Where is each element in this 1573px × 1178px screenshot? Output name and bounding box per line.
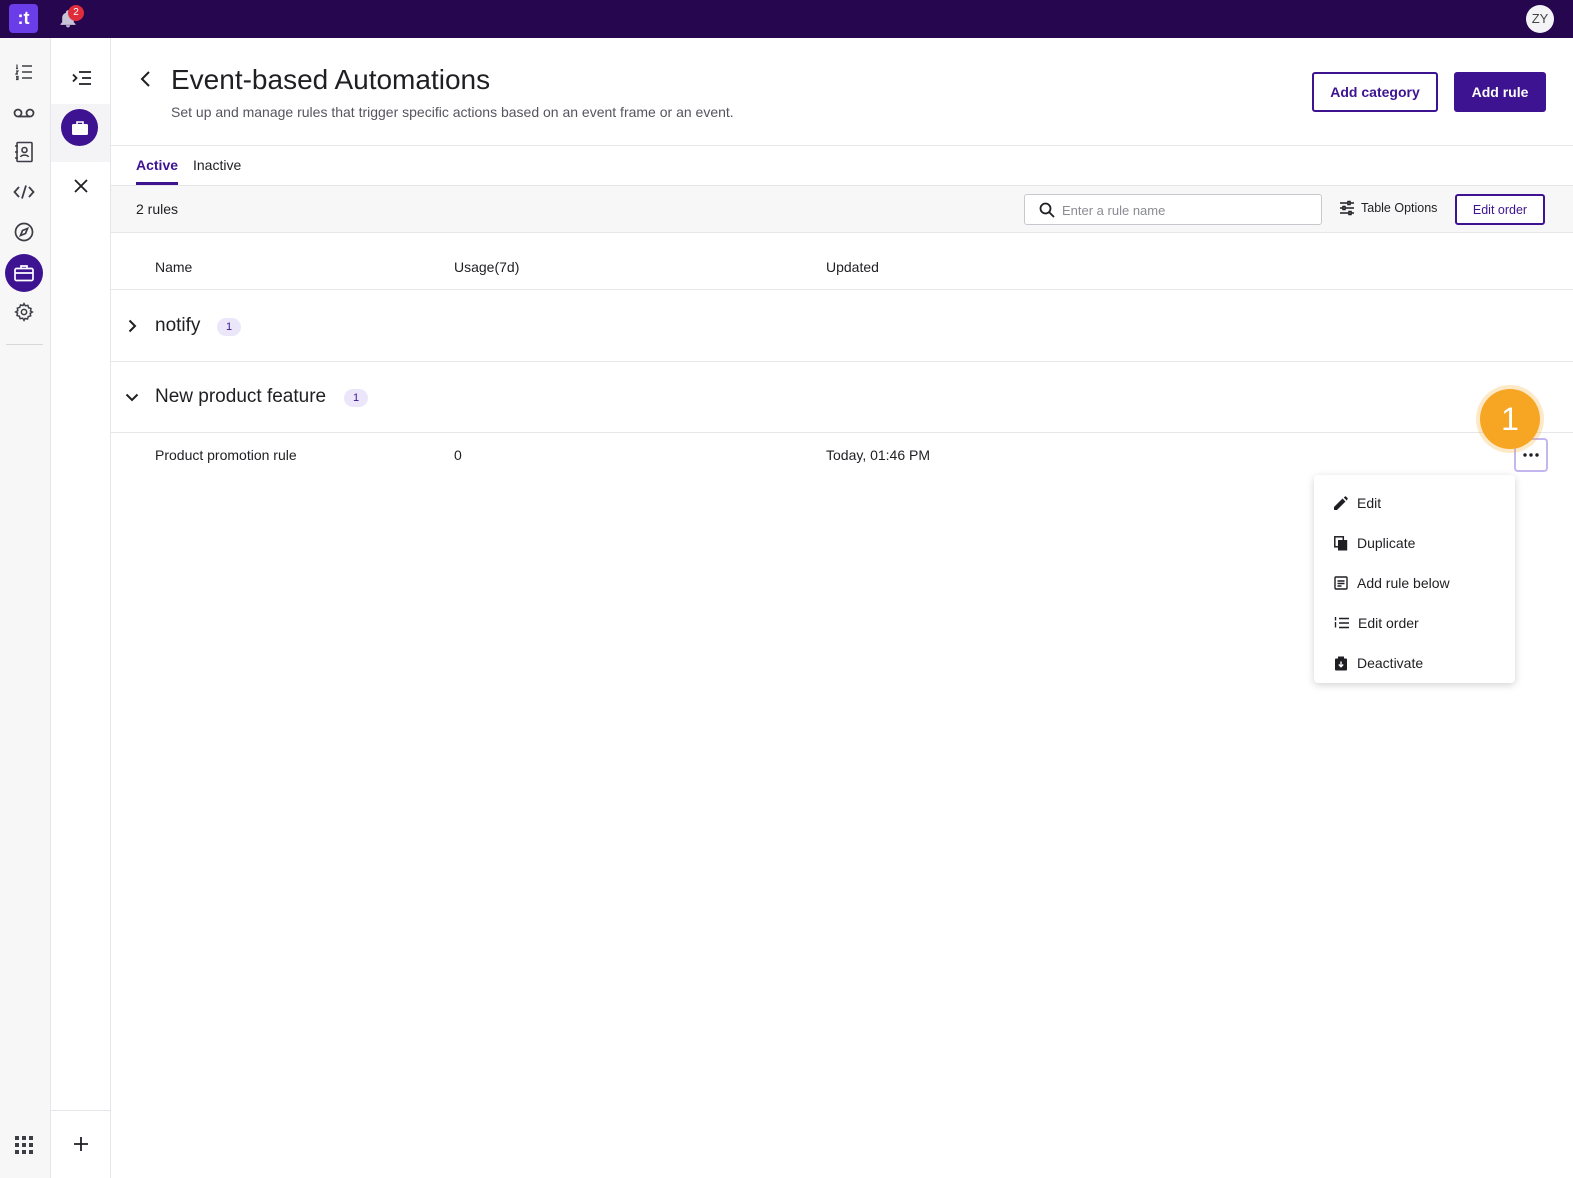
menu-item-label: Edit order — [1358, 615, 1419, 631]
notification-badge: 2 — [68, 5, 84, 21]
sliders-icon — [1340, 200, 1354, 216]
category-count-badge: 1 — [344, 389, 368, 407]
ordered-list-icon — [1334, 617, 1349, 629]
icon-rail — [0, 38, 51, 1178]
collapse-menu-icon[interactable] — [71, 67, 93, 89]
add-below-icon — [1334, 576, 1348, 590]
menu-item-duplicate[interactable]: Duplicate — [1314, 523, 1515, 563]
tab-inactive[interactable]: Inactive — [193, 157, 241, 185]
ellipsis-icon — [1523, 453, 1539, 457]
code-icon[interactable] — [12, 180, 36, 204]
menu-item-label: Deactivate — [1357, 655, 1424, 671]
category-row-notify[interactable]: notify 1 — [111, 291, 1573, 362]
table-options-button[interactable]: Table Options — [1339, 200, 1437, 216]
menu-item-edit[interactable]: Edit — [1314, 483, 1515, 523]
main-content: Event-based Automations Set up and manag… — [111, 38, 1573, 1178]
briefcase-icon — [71, 120, 88, 135]
menu-item-label: Add rule below — [1357, 575, 1450, 591]
deactivate-icon — [1335, 656, 1347, 670]
step-marker: 1 — [1480, 389, 1540, 449]
page-title: Event-based Automations — [171, 64, 491, 95]
column-header-name[interactable]: Name — [155, 259, 192, 275]
page-subtitle: Set up and manage rules that trigger spe… — [171, 104, 734, 120]
menu-item-edit-order[interactable]: Edit order — [1314, 603, 1515, 643]
table-row[interactable]: Product promotion rule 0 Today, 01:46 PM — [111, 433, 1573, 479]
table-toolbar: 2 rules Table Options Edit order — [111, 185, 1573, 233]
category-row-new-product-feature[interactable]: New product feature 1 — [111, 362, 1573, 433]
rule-name[interactable]: Product promotion rule — [155, 447, 297, 463]
user-avatar[interactable]: ZY — [1526, 5, 1554, 33]
category-count-badge: 1 — [217, 318, 241, 336]
plus-icon[interactable] — [71, 1134, 91, 1154]
tab-active[interactable]: Active — [136, 157, 179, 185]
column-header-updated[interactable]: Updated — [826, 259, 879, 275]
chevron-right-icon[interactable] — [124, 318, 140, 334]
search-input[interactable] — [1062, 200, 1312, 220]
menu-item-label: Edit — [1357, 495, 1382, 511]
rail-divider — [6, 344, 43, 345]
column-header-usage[interactable]: Usage(7d) — [454, 259, 519, 275]
table-options-label: Table Options — [1361, 201, 1438, 215]
automations-nav-item[interactable] — [61, 109, 98, 146]
gear-icon[interactable] — [12, 300, 36, 324]
pencil-icon — [1334, 496, 1348, 510]
category-name: New product feature — [155, 386, 327, 407]
add-rule-button[interactable]: Add rule — [1454, 72, 1546, 112]
search-icon — [1039, 202, 1055, 218]
contacts-icon[interactable] — [12, 140, 36, 164]
copy-icon — [1334, 535, 1348, 550]
menu-item-add-rule-below[interactable]: Add rule below — [1314, 563, 1515, 603]
top-bar: :t 2 ZY — [0, 0, 1573, 38]
rule-context-menu: Edit Duplicate Add rule below Edit order… — [1314, 475, 1515, 683]
app-logo[interactable]: :t — [9, 4, 38, 33]
rule-count: 2 rules — [136, 201, 179, 217]
voicemail-icon[interactable] — [12, 101, 36, 125]
compass-icon[interactable] — [12, 220, 36, 244]
apps-grid-icon[interactable] — [12, 1133, 36, 1157]
briefcase-icon[interactable] — [12, 261, 36, 285]
table-header: Name Usage(7d) Updated — [111, 234, 1573, 290]
search-box[interactable] — [1024, 194, 1322, 225]
category-name: notify — [155, 315, 201, 336]
subnav-divider — [51, 1110, 110, 1111]
rule-updated: Today, 01:46 PM — [826, 447, 931, 463]
back-arrow-icon[interactable] — [135, 68, 157, 90]
ordered-list-icon[interactable] — [12, 60, 36, 84]
header-divider — [111, 145, 1573, 146]
add-category-button[interactable]: Add category — [1312, 72, 1438, 112]
chevron-down-icon[interactable] — [124, 389, 140, 405]
edit-order-button[interactable]: Edit order — [1455, 194, 1545, 225]
rule-usage: 0 — [454, 447, 462, 463]
menu-item-label: Duplicate — [1357, 535, 1416, 551]
close-icon[interactable] — [71, 176, 91, 196]
secondary-nav — [51, 38, 111, 1178]
menu-item-deactivate[interactable]: Deactivate — [1314, 643, 1515, 683]
